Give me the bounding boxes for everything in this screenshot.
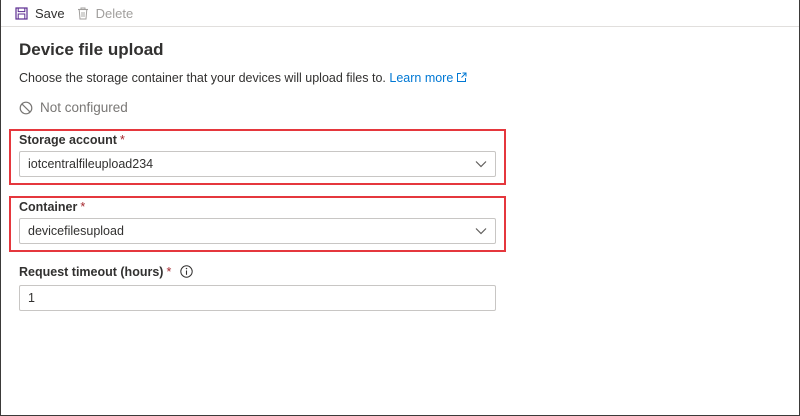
storage-account-dropdown[interactable]: iotcentralfileupload234 (19, 151, 496, 177)
container-label: Container * (19, 200, 85, 214)
learn-more-label: Learn more (389, 71, 454, 85)
storage-account-value: iotcentralfileupload234 (28, 157, 154, 171)
request-timeout-input[interactable]: 1 (19, 285, 496, 311)
learn-more-link[interactable]: Learn more (389, 71, 467, 85)
external-link-icon (457, 72, 467, 82)
required-mark: * (80, 200, 86, 214)
required-mark: * (166, 265, 172, 279)
save-label: Save (35, 5, 65, 21)
delete-button[interactable]: Delete (71, 1, 140, 25)
info-icon[interactable] (180, 265, 194, 278)
required-mark: * (119, 133, 125, 147)
save-button[interactable]: Save (9, 1, 71, 25)
storage-account-label-text: Storage account (19, 133, 117, 147)
page-description: Choose the storage container that your d… (19, 71, 467, 85)
save-icon (15, 6, 28, 20)
status-text: Not configured (40, 100, 128, 115)
trash-icon (77, 7, 88, 19)
container-dropdown[interactable]: devicefilesupload (19, 218, 496, 244)
blocked-icon (19, 101, 33, 114)
configuration-status: Not configured (19, 100, 128, 115)
chevron-down-icon (475, 228, 487, 235)
container-value: devicefilesupload (28, 224, 124, 238)
request-timeout-label: Request timeout (hours) * (19, 265, 194, 279)
delete-label: Delete (95, 5, 134, 21)
window-frame: Save Delete Device file upload Choose th… (0, 0, 800, 416)
storage-account-label: Storage account * (19, 133, 125, 147)
request-timeout-value: 1 (28, 291, 35, 305)
container-label-text: Container (19, 200, 78, 214)
request-timeout-label-text: Request timeout (hours) (19, 265, 164, 279)
page-title: Device file upload (19, 40, 164, 59)
description-text: Choose the storage container that your d… (19, 71, 386, 85)
command-bar: Save Delete (1, 0, 799, 27)
chevron-down-icon (475, 161, 487, 168)
